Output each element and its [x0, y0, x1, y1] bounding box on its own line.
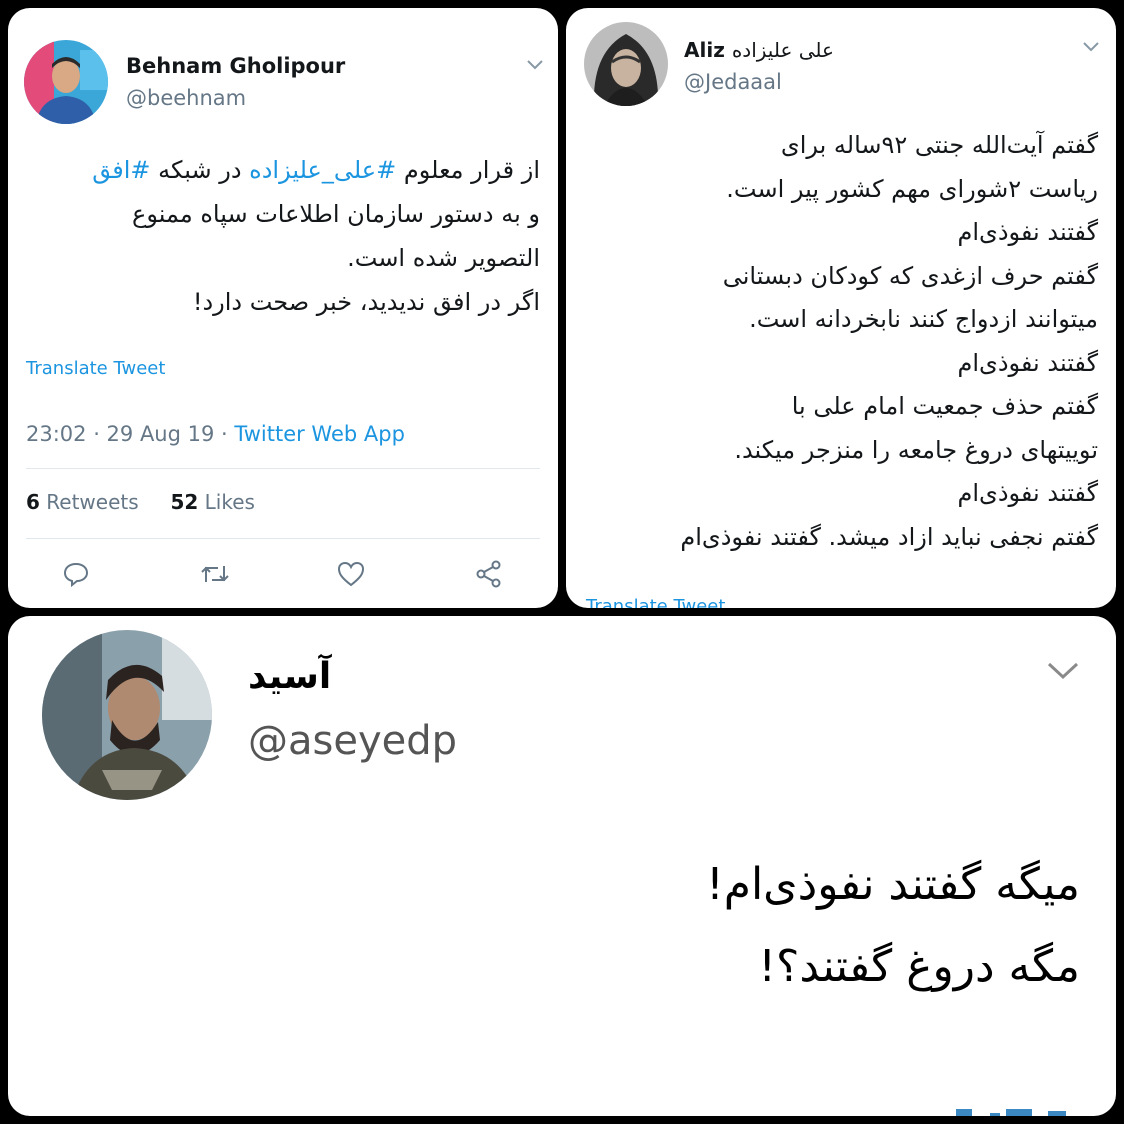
retweets-stat[interactable]: 6 Retweets — [26, 490, 139, 514]
tweet-card-aliz: Aliz علی علیزاده @Jedaaal گفتم آیت‌الله … — [566, 8, 1116, 608]
divider — [26, 468, 540, 469]
tweet-line: میتوانند ازدواج کنند نابخردانه است. — [749, 305, 1098, 333]
tweet-line: گفتند نفوذی‌ام — [957, 479, 1099, 507]
hashtag-link[interactable]: #افق — [92, 156, 150, 184]
tweet-text: گفتم آیت‌الله جنتی ۹۲ساله برای ریاست ۲شو… — [578, 124, 1098, 559]
avatar[interactable] — [42, 630, 212, 800]
tweet-line: اگر در افق ندیدید، خبر صحت دارد! — [192, 288, 540, 316]
retweet-icon[interactable] — [198, 560, 232, 592]
likes-stat[interactable]: 52 Likes — [170, 490, 255, 514]
chevron-down-icon[interactable] — [526, 56, 544, 75]
tweet-text: میگه گفتند نفوذی‌ام! مگه دروغ گفتند؟! — [280, 844, 1080, 1008]
display-name[interactable]: Aliz علی علیزاده — [684, 38, 834, 62]
tweet-line: گفتم نجفی نباید ازاد میشد. گفتند نفوذی‌ا… — [680, 522, 1098, 551]
tweet-line: گفتند نفوذی‌ام — [957, 348, 1099, 377]
tweet-line: از قرار معلوم #علی_علیزاده در شبکه #افق — [92, 156, 540, 184]
chevron-down-icon[interactable] — [1082, 38, 1100, 57]
divider — [26, 538, 540, 539]
tweet-line: گفتند نفوذی‌ام — [957, 218, 1099, 246]
chevron-down-icon[interactable] — [1046, 660, 1080, 686]
translate-tweet-link[interactable]: Translate Tweet — [26, 358, 165, 379]
user-handle[interactable]: @Jedaaal — [684, 70, 782, 94]
tweet-card-aseyed: آسید @aseyedp میگه گفتند نفوذی‌ام! مگه د… — [8, 616, 1116, 1116]
timestamp[interactable]: 23:02 · 29 Aug 19 · — [26, 422, 234, 446]
tweet-line: گفتم حذف جمعیت امام علی با — [791, 392, 1098, 420]
tweet-meta: 23:02 · 29 Aug 19 · Twitter Web App — [26, 422, 405, 446]
tweet-line: ریاست ۲شورای مهم کشور پیر است. — [726, 174, 1098, 203]
tweet-stats: 6 Retweets 52 Likes — [26, 490, 255, 514]
user-handle[interactable]: @aseyedp — [248, 718, 457, 764]
tweet-line: التصویر شده است. — [347, 244, 540, 272]
tweet-text: از قرار معلوم #علی_علیزاده در شبکه #افق … — [20, 148, 540, 324]
tweet-line: گفتم آیت‌الله جنتی ۹۲ساله برای — [780, 131, 1098, 159]
like-icon[interactable] — [336, 560, 366, 592]
cropped-text-fragment — [948, 1104, 1078, 1116]
tweet-line: و به دستور سازمان اطلاعات سپاه ممنوع — [132, 200, 540, 228]
tweet-line: توییتهای دروغ جامعه را منزجر میکند. — [734, 435, 1098, 464]
translate-tweet-link[interactable]: Translate Tweet — [586, 596, 725, 608]
hashtag-link[interactable]: #علی_علیزاده — [249, 156, 396, 184]
avatar[interactable] — [24, 40, 108, 124]
source-link[interactable]: Twitter Web App — [234, 422, 405, 446]
tweet-line: گفتم حرف ازغدی که کودکان دبستانی — [722, 261, 1098, 290]
tweet-card-behnam: Behnam Gholipour @beehnam از قرار معلوم … — [8, 8, 558, 608]
reply-icon[interactable] — [62, 560, 90, 592]
tweet-line: مگه دروغ گفتند؟! — [758, 941, 1080, 992]
tweet-line: میگه گفتند نفوذی‌ام! — [706, 859, 1080, 910]
avatar[interactable] — [584, 22, 668, 106]
share-icon[interactable] — [474, 560, 504, 592]
display-name[interactable]: آسید — [248, 656, 331, 697]
display-name[interactable]: Behnam Gholipour — [126, 54, 345, 78]
user-handle[interactable]: @beehnam — [126, 86, 246, 110]
